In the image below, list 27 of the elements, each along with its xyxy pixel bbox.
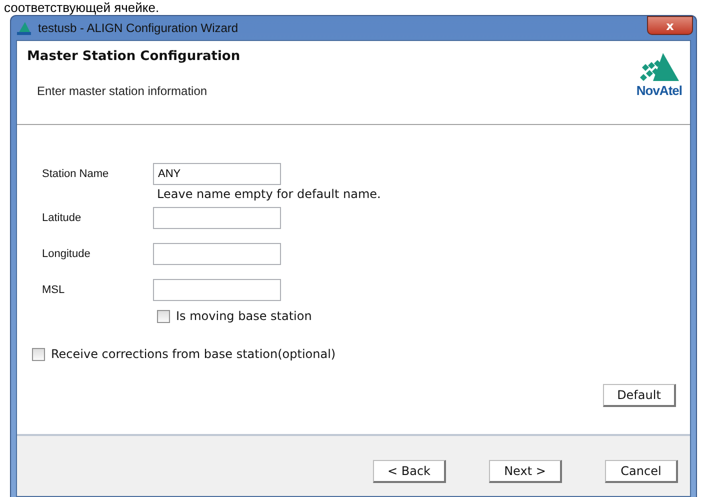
window-title: testusb - ALIGN Configuration Wizard — [38, 21, 238, 35]
default-button[interactable]: Default — [603, 384, 676, 407]
checkbox-label: Receive corrections from base station(optional) — [51, 347, 336, 361]
app-icon — [16, 20, 32, 36]
input-field[interactable] — [153, 279, 281, 301]
nav-button[interactable]: Next > — [489, 460, 562, 482]
checkbox-box[interactable] — [32, 348, 45, 360]
checkbox-label: Is moving base station — [176, 309, 312, 323]
caption-text: соответствующей ячейке. — [3, 0, 160, 15]
input-field[interactable] — [153, 207, 281, 229]
field-label: Longitude — [42, 248, 92, 260]
field-label: MSL — [42, 284, 66, 296]
input-field[interactable]: ANY — [153, 163, 281, 185]
page-subtitle: Enter master station information — [37, 84, 208, 98]
page-title: Master Station Configuration — [27, 49, 240, 64]
checkbox-box[interactable] — [157, 310, 170, 322]
hint-text: Leave name empty for default name. — [157, 186, 382, 203]
field-label: Station Name — [42, 168, 110, 180]
nav-button[interactable]: < Back — [373, 460, 446, 482]
field-label: Latitude — [42, 212, 82, 224]
logo-text: NovAtel — [636, 83, 682, 98]
close-button[interactable]: x — [647, 16, 693, 35]
input-field[interactable] — [153, 243, 281, 265]
checkbox[interactable]: Is moving base station — [157, 309, 690, 323]
nav-button[interactable]: Cancel — [605, 460, 678, 482]
checkbox[interactable]: Receive corrections from base station(optional) — [32, 347, 690, 361]
logo-icon — [639, 53, 680, 83]
